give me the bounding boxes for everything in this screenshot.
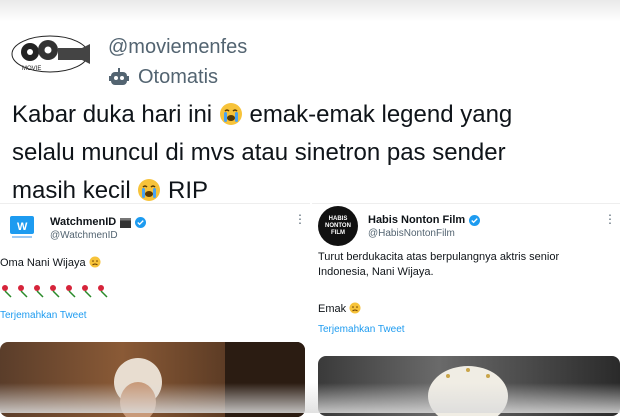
account-handle[interactable]: @moviemenfes	[108, 36, 247, 59]
card-text-content: Oma Nani Wijaya	[0, 257, 86, 269]
watchmen-logo[interactable]: W	[8, 214, 36, 240]
verified-badge-icon	[135, 216, 147, 228]
automation-label-row: Otomatis	[108, 66, 218, 89]
crying-face-icon	[219, 103, 242, 125]
tweet-line3-start: masih kecil	[12, 177, 138, 204]
translate-tweet-link[interactable]: Terjemahkan Tweet	[318, 324, 405, 335]
card-author-name-text: Habis Nonton Film	[368, 214, 466, 226]
card-author-name-text: WatchmenID	[50, 216, 117, 228]
habis-nonton-logo[interactable]: HABIS NONTON FILM	[318, 206, 358, 246]
clapper-board-icon	[120, 217, 132, 228]
card-text-2-content: Emak	[318, 303, 347, 315]
crying-face-icon	[138, 179, 161, 201]
robot-icon	[109, 67, 129, 85]
card-author-name[interactable]: Habis Nonton Film	[368, 214, 481, 226]
card-text: Oma Nani Wijaya	[0, 256, 101, 271]
card-text: Turut berdukacita atas berpulangnya aktr…	[318, 251, 560, 278]
tweet-line3-end: RIP	[161, 177, 209, 204]
tweet-line1-end: emak-emak legend yang	[242, 101, 513, 128]
rose-row	[0, 284, 110, 298]
verified-badge-icon	[469, 214, 481, 226]
rose-icon	[82, 285, 92, 298]
logo-text: HABIS NONTON FILM	[325, 215, 351, 236]
card-text-2: Emak	[318, 302, 361, 317]
disappointed-face-icon	[349, 302, 361, 314]
translate-tweet-link[interactable]: Terjemahkan Tweet	[0, 310, 87, 321]
disappointed-face-icon	[89, 256, 101, 268]
tweet-line1-start: Kabar duka hari ini	[12, 101, 219, 128]
bottom-fade	[0, 383, 620, 413]
tweet-text: Kabar duka hari ini emak-emak legend yan…	[12, 96, 608, 210]
card-author-handle[interactable]: @WatchmenID	[50, 230, 118, 241]
rose-icon	[66, 285, 76, 298]
svg-text:W: W	[17, 221, 28, 233]
more-options-icon[interactable]: ⋮	[294, 212, 306, 226]
rose-icon	[98, 285, 108, 298]
rose-icon	[18, 285, 28, 298]
card-author-handle[interactable]: @HabisNontonFilm	[368, 228, 455, 239]
rose-icon	[2, 285, 12, 298]
card-author-name[interactable]: WatchmenID	[50, 216, 147, 228]
rose-icon	[34, 285, 44, 298]
profile-avatar-film-reel[interactable]: MOVIE	[10, 34, 90, 74]
automation-label: Otomatis	[138, 66, 219, 88]
top-fade	[0, 0, 620, 22]
rose-icon	[50, 285, 60, 298]
svg-text:MOVIE: MOVIE	[22, 66, 41, 72]
more-options-icon[interactable]: ⋮	[604, 212, 616, 226]
tweet-line2: selalu muncul di mvs atau sinetron pas s…	[12, 139, 506, 166]
